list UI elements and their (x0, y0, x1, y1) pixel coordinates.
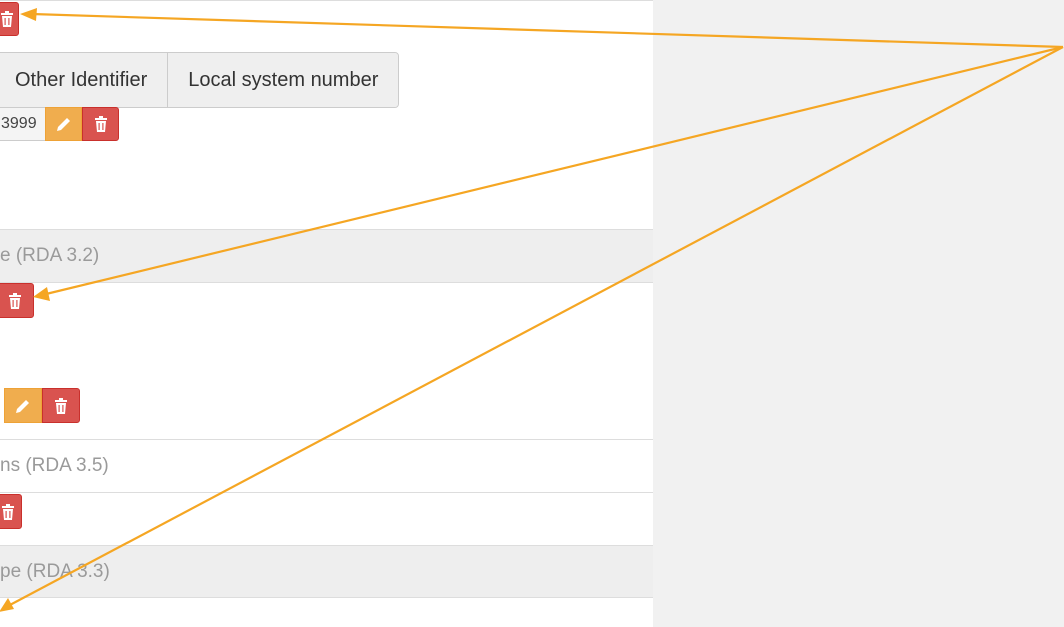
trash-icon (54, 397, 68, 414)
trash-icon (8, 292, 22, 309)
edit-button[interactable] (45, 107, 82, 141)
section-header-rda-3-5[interactable]: ns (RDA 3.5) (0, 439, 653, 493)
tab-local-system-number[interactable]: Local system number (168, 53, 399, 107)
delete-button[interactable] (0, 494, 22, 529)
pencil-icon (55, 115, 73, 133)
section-header-rda-3-2[interactable]: e (RDA 3.2) (0, 229, 653, 283)
trash-icon (0, 11, 14, 27)
tab-other-identifier[interactable]: Other Identifier (0, 53, 169, 107)
record-editor-panel: Other Identifier Local system number 399… (0, 0, 653, 627)
identifier-type-tabs: Other Identifier Local system number (0, 52, 400, 108)
section-title: ns (RDA 3.5) (0, 455, 109, 476)
delete-button[interactable] (0, 283, 34, 318)
trash-icon (1, 503, 15, 520)
identifier-value-field[interactable]: 3999 (0, 107, 46, 141)
section-header-rda-3-3[interactable]: pe (RDA 3.3) (0, 545, 653, 598)
pencil-icon (14, 397, 32, 415)
section-title: pe (RDA 3.3) (0, 560, 110, 582)
trash-icon (94, 116, 108, 132)
edit-button[interactable] (4, 388, 42, 423)
section-title: e (RDA 3.2) (0, 245, 100, 266)
delete-button[interactable] (42, 388, 80, 423)
delete-button[interactable] (0, 2, 19, 36)
divider (0, 0, 653, 1)
delete-button[interactable] (82, 107, 119, 141)
